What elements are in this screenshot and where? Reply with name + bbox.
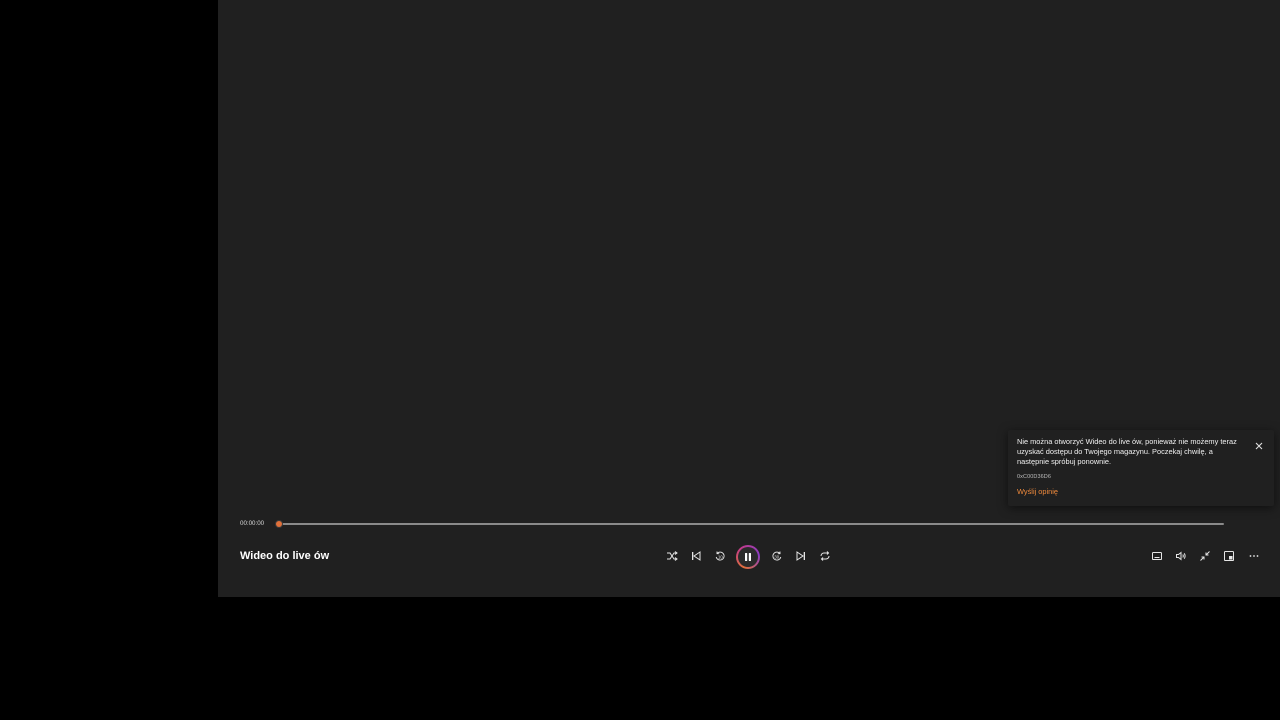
more-icon[interactable] (1245, 547, 1263, 565)
repeat-icon[interactable] (816, 547, 834, 565)
subtitles-icon[interactable] (1148, 547, 1166, 565)
seek-thumb[interactable] (276, 521, 282, 527)
forward-30-icon[interactable]: 30 (768, 547, 786, 565)
volume-icon[interactable] (1172, 547, 1190, 565)
rewind-10-icon[interactable]: 10 (711, 547, 729, 565)
media-player: Nie można otworzyć Wideo do live ów, pon… (218, 0, 1280, 597)
current-time: 00:00:00 (240, 520, 265, 527)
mini-view-icon[interactable] (1196, 547, 1214, 565)
cast-icon[interactable] (1220, 547, 1238, 565)
error-toast: Nie można otworzyć Wideo do live ów, pon… (1008, 430, 1274, 506)
previous-icon[interactable] (687, 547, 705, 565)
svg-text:10: 10 (718, 554, 723, 559)
toast-error-code: 0xC00D36D6 (1017, 474, 1052, 480)
next-icon[interactable] (792, 547, 810, 565)
seek-bar[interactable] (276, 521, 1224, 527)
pause-button[interactable] (736, 545, 760, 569)
pause-icon (738, 547, 758, 567)
media-title: Wideo do live ów (240, 550, 330, 562)
svg-text:30: 30 (774, 554, 779, 559)
shuffle-icon[interactable] (663, 547, 681, 565)
send-feedback-link[interactable]: Wyślij opinię (1017, 487, 1058, 496)
close-icon[interactable] (1254, 438, 1264, 450)
toast-message: Nie można otworzyć Wideo do live ów, pon… (1017, 437, 1237, 466)
